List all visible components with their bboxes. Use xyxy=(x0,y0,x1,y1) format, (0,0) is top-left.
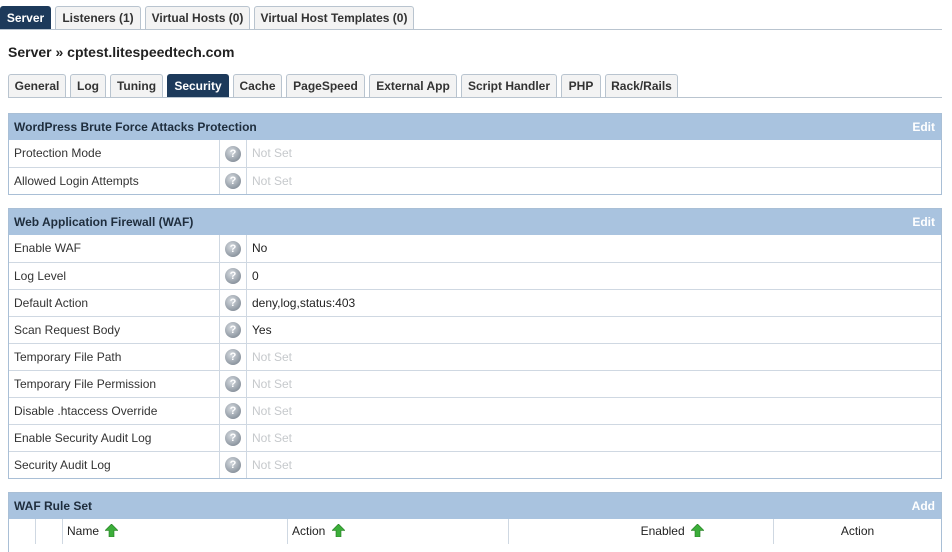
setting-label: Temporary File Permission xyxy=(9,371,220,397)
help-cell: ? xyxy=(220,371,247,397)
sort-ascending-arrow-icon[interactable] xyxy=(691,524,704,537)
panel-header: WAF Rule Set Add xyxy=(9,493,941,519)
help-question-icon[interactable]: ? xyxy=(225,145,241,162)
tab-script-handler[interactable]: Script Handler xyxy=(461,74,557,98)
setting-row: Temporary File Permission? Not Set xyxy=(9,370,941,397)
setting-row: Protection Mode? Not Set xyxy=(9,140,941,167)
column-header-label: Action xyxy=(292,524,326,538)
help-question-icon[interactable]: ? xyxy=(225,457,241,473)
panel-title: WordPress Brute Force Attacks Protection xyxy=(14,120,257,134)
tab-external-app[interactable]: External App xyxy=(369,74,457,98)
setting-value: Not Set xyxy=(252,404,293,418)
panel-header: WordPress Brute Force Attacks Protection… xyxy=(9,114,941,140)
setting-row: Enable WAF? No xyxy=(9,235,941,262)
help-question-icon[interactable]: ? xyxy=(225,403,241,419)
setting-value: Yes xyxy=(252,323,272,337)
help-cell: ? xyxy=(220,290,247,316)
setting-label: Log Level xyxy=(9,263,220,289)
setting-row: Default Action? deny,log,status:403 xyxy=(9,289,941,316)
breadcrumb: Server » cptest.litespeedtech.com xyxy=(8,44,235,60)
help-question-icon[interactable]: ? xyxy=(225,268,241,284)
setting-row: Scan Request Body? Yes xyxy=(9,316,941,343)
panel-title: WAF Rule Set xyxy=(14,499,93,513)
tab-tuning[interactable]: Tuning xyxy=(110,74,163,98)
help-question-icon[interactable]: ? xyxy=(225,430,241,446)
add-button[interactable]: Add xyxy=(912,493,935,519)
panel-title: Web Application Firewall (WAF) xyxy=(14,215,194,229)
brute-force-panel: WordPress Brute Force Attacks Protection… xyxy=(8,113,942,195)
tab-cache[interactable]: Cache xyxy=(233,74,282,98)
help-question-icon[interactable]: ? xyxy=(225,376,241,392)
setting-row: Disable .htaccess Override? Not Set xyxy=(9,397,941,424)
help-cell: ? xyxy=(220,398,247,424)
panel-header: Web Application Firewall (WAF) Edit xyxy=(9,209,941,235)
help-cell: ? xyxy=(220,140,247,167)
setting-label: Scan Request Body xyxy=(9,317,220,343)
help-question-icon[interactable]: ? xyxy=(225,295,241,311)
rule-col-actions: Action xyxy=(774,519,941,544)
setting-row: Allowed Login Attempts? Not Set xyxy=(9,167,941,194)
help-question-icon[interactable]: ? xyxy=(225,322,241,338)
rule-col-name[interactable]: Name xyxy=(63,519,288,544)
tab-general[interactable]: General xyxy=(8,74,66,98)
setting-value: 0 xyxy=(252,269,259,283)
column-header-label: Name xyxy=(67,524,100,538)
tab-rack-rails[interactable]: Rack/Rails xyxy=(605,74,678,98)
top-tab-virtual-host-templates[interactable]: Virtual Host Templates (0) xyxy=(254,6,414,30)
setting-value: Not Set xyxy=(252,146,293,160)
top-tab-server[interactable]: Server xyxy=(0,6,51,30)
tab-pagespeed[interactable]: PageSpeed xyxy=(286,74,365,98)
rule-col-action[interactable]: Action xyxy=(288,519,509,544)
edit-button[interactable]: Edit xyxy=(912,209,935,235)
sort-ascending-arrow-icon[interactable] xyxy=(105,524,119,537)
top-tab-listeners[interactable]: Listeners (1) xyxy=(55,6,141,30)
help-question-icon[interactable]: ? xyxy=(225,173,241,189)
sort-ascending-arrow-icon[interactable] xyxy=(331,524,345,537)
help-cell: ? xyxy=(220,344,247,370)
setting-label: Protection Mode xyxy=(9,140,220,167)
setting-label: Default Action xyxy=(9,290,220,316)
help-cell: ? xyxy=(220,317,247,343)
column-header-label: Enabled xyxy=(640,524,685,538)
setting-row: Security Audit Log? Not Set xyxy=(9,451,941,478)
sub-tab-bar: General Log Tuning Security Cache PageSp… xyxy=(0,74,952,98)
edit-button[interactable]: Edit xyxy=(912,114,935,140)
setting-value: Not Set xyxy=(252,174,293,188)
rule-col-enabled[interactable]: Enabled xyxy=(509,519,774,544)
help-question-icon[interactable]: ? xyxy=(225,240,241,257)
help-cell: ? xyxy=(220,452,247,478)
help-cell: ? xyxy=(220,235,247,262)
setting-row: Temporary File Path? Not Set xyxy=(9,343,941,370)
tab-security[interactable]: Security xyxy=(167,74,229,98)
help-question-icon[interactable]: ? xyxy=(225,349,241,365)
top-tab-bar: Server Listeners (1) Virtual Hosts (0) V… xyxy=(0,6,952,30)
setting-value: Not Set xyxy=(252,377,293,391)
setting-value: deny,log,status:403 xyxy=(252,296,356,310)
setting-value: No xyxy=(252,241,268,255)
help-cell: ? xyxy=(220,263,247,289)
setting-label: Disable .htaccess Override xyxy=(9,398,220,424)
help-cell: ? xyxy=(220,425,247,451)
help-cell: ? xyxy=(220,168,247,194)
setting-label: Allowed Login Attempts xyxy=(9,168,220,194)
rule-col-blank xyxy=(9,519,36,544)
setting-row: Log Level? 0 xyxy=(9,262,941,289)
tab-php[interactable]: PHP xyxy=(561,74,601,98)
setting-label: Enable Security Audit Log xyxy=(9,425,220,451)
rule-table-header: Name Action Enabled Action xyxy=(9,519,941,544)
setting-label: Security Audit Log xyxy=(9,452,220,478)
waf-panel: Web Application Firewall (WAF) Edit Enab… xyxy=(8,208,942,479)
setting-label: Enable WAF xyxy=(9,235,220,262)
setting-value: Not Set xyxy=(252,350,293,364)
tab-log[interactable]: Log xyxy=(70,74,106,98)
setting-label: Temporary File Path xyxy=(9,344,220,370)
setting-row: Enable Security Audit Log? Not Set xyxy=(9,424,941,451)
rule-col-blank xyxy=(36,519,63,544)
setting-value: Not Set xyxy=(252,431,293,445)
top-tab-virtual-hosts[interactable]: Virtual Hosts (0) xyxy=(145,6,250,30)
column-header-label: Action xyxy=(840,524,875,538)
waf-rule-set-panel: WAF Rule Set Add Name Action Enabled Act… xyxy=(8,492,942,552)
setting-value: Not Set xyxy=(252,458,293,472)
